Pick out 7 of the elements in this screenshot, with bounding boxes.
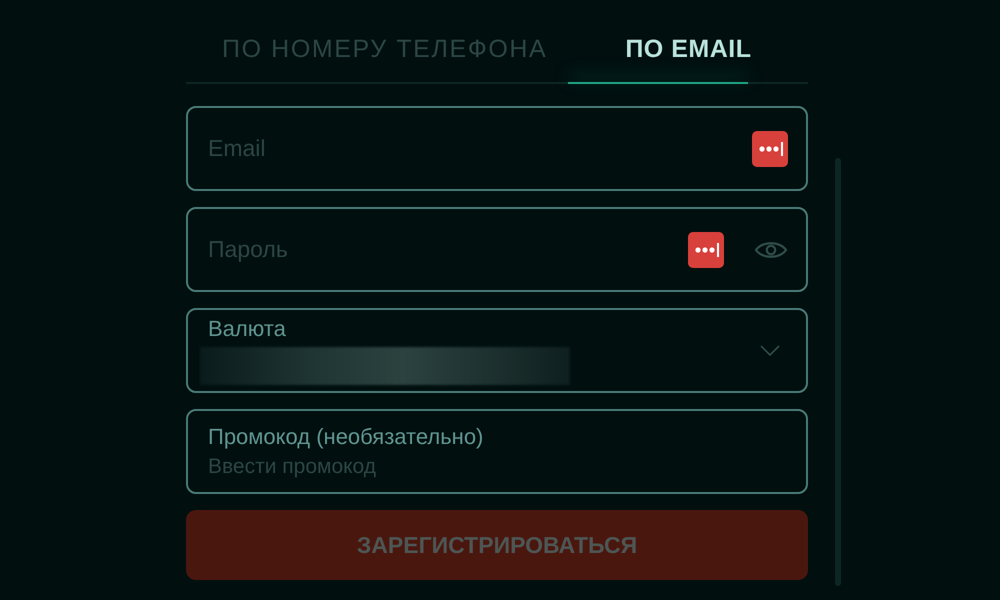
password-manager-icon[interactable] bbox=[752, 130, 788, 166]
field-label: Промокод (необязательно) bbox=[208, 424, 484, 448]
currency-select[interactable]: Валюта bbox=[186, 308, 808, 393]
chevron-down-icon bbox=[760, 344, 780, 356]
tab[interactable]: ПО EMAIL bbox=[619, 30, 758, 68]
password-manager-icon[interactable] bbox=[688, 232, 724, 268]
field-label: Валюта bbox=[208, 316, 287, 340]
